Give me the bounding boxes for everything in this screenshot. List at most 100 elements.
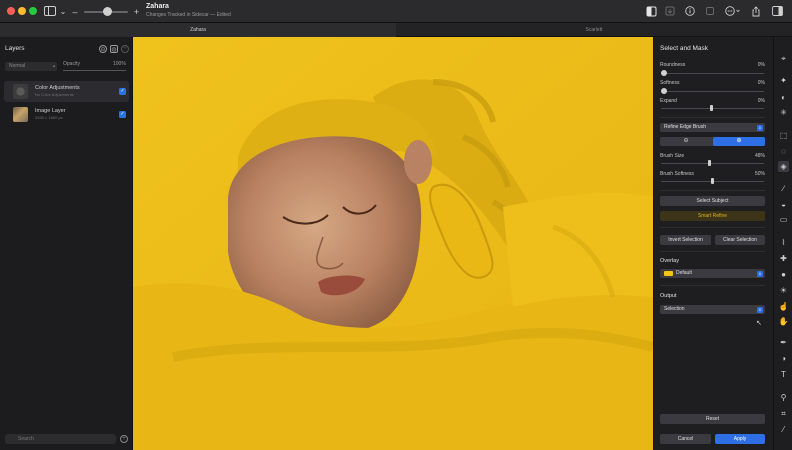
- lasso-tool-icon[interactable]: ◌: [778, 146, 789, 157]
- layer-visibility-checkbox[interactable]: ✓: [119, 88, 126, 95]
- output-value: Selection: [664, 306, 685, 312]
- brush-softness-slider-knob[interactable]: [711, 178, 714, 184]
- heal-tool-icon[interactable]: ✚: [778, 253, 789, 264]
- brush-size-slider-knob[interactable]: [708, 160, 711, 166]
- output-select[interactable]: Selection ⇕: [660, 305, 765, 314]
- expand-value: 0%: [757, 98, 765, 104]
- brush-softness-value: 50%: [754, 171, 765, 177]
- zoom-out-button[interactable]: –: [72, 5, 78, 18]
- softness-label: Softness: [660, 80, 680, 86]
- share-icon[interactable]: [750, 5, 762, 17]
- title-bar: ⌄ – + Zahara Changes Tracked in Sidecar …: [0, 0, 792, 23]
- document-title: Zahara: [146, 3, 169, 10]
- roundness-slider-knob[interactable]: [661, 70, 667, 76]
- add-mode-button[interactable]: ⊕: [713, 137, 765, 146]
- select-and-mask-panel: Select and Mask Roundness 0% Softness 0%…: [653, 37, 773, 450]
- roundness-slider[interactable]: [661, 73, 764, 74]
- add-layer-icon[interactable]: +: [121, 45, 129, 53]
- softness-slider-knob[interactable]: [661, 88, 667, 94]
- overlay-select[interactable]: Default ⇕: [660, 269, 765, 278]
- brush-tool-icon[interactable]: ∕: [778, 183, 789, 194]
- chevron-updown-icon: ⇕: [757, 306, 763, 313]
- brush-mode-segmented[interactable]: ⊖ ⊕: [660, 137, 765, 146]
- layers-search-input[interactable]: Search: [5, 434, 116, 444]
- expand-slider-knob[interactable]: [710, 105, 713, 111]
- select-mask-tool-icon[interactable]: ◈: [778, 161, 789, 172]
- reset-button[interactable]: Reset: [660, 414, 765, 424]
- photo-with-mask-overlay[interactable]: [133, 37, 653, 450]
- brush-size-label: Brush Size: [660, 153, 685, 159]
- retouch-tool-icon[interactable]: ✦: [778, 75, 789, 86]
- layers-title: Layers: [5, 45, 25, 52]
- layer-visibility-checkbox[interactable]: ✓: [119, 111, 126, 118]
- image-canvas[interactable]: [133, 37, 653, 450]
- layer-row-color-adjustments[interactable]: Color Adjustments No Color Adjustments ✓: [4, 81, 129, 102]
- blend-mode-select[interactable]: Normal: [5, 62, 57, 71]
- brush-type-select[interactable]: Refine Edge Brush ⇕: [660, 123, 765, 132]
- smudge-tool-icon[interactable]: ☝: [778, 301, 789, 312]
- eraser-tool-icon[interactable]: ▭: [778, 214, 789, 225]
- effects-tool-icon[interactable]: ✳: [778, 107, 789, 118]
- zoom-window-button[interactable]: [29, 7, 37, 15]
- output-heading: Output: [660, 293, 677, 299]
- export-icon[interactable]: [664, 5, 676, 17]
- dodge-tool-icon[interactable]: ●: [778, 269, 789, 280]
- color-tool-icon[interactable]: ◐: [778, 92, 789, 103]
- mouse-cursor-icon: ↖: [756, 320, 762, 327]
- divider: [660, 117, 765, 118]
- panel-title: Select and Mask: [660, 45, 709, 52]
- chevron-updown-icon: ⇕: [757, 270, 763, 277]
- divider: [660, 285, 765, 286]
- sharpen-tool-icon[interactable]: ☀: [778, 285, 789, 296]
- expand-label: Expand: [660, 98, 677, 104]
- smart-refine-button[interactable]: Smart Refine: [660, 211, 765, 221]
- layer-subtitle: 3333 × 1860 px: [35, 115, 63, 120]
- clone-tool-icon[interactable]: ⌇: [778, 237, 789, 248]
- apply-button[interactable]: Apply: [715, 434, 765, 444]
- brush-size-slider[interactable]: [661, 163, 764, 164]
- layer-name: Image Layer: [35, 108, 66, 114]
- opacity-slider[interactable]: [63, 70, 126, 71]
- sidebar-toggle-icon[interactable]: [44, 6, 56, 16]
- overlay-heading: Overlay: [660, 258, 679, 264]
- inspector-toggle-icon[interactable]: [771, 5, 783, 17]
- shapes-tool-icon[interactable]: ◑: [778, 353, 789, 364]
- overlay-color-swatch: [664, 271, 673, 276]
- zoom-tool-icon[interactable]: ⚲: [778, 392, 789, 403]
- mask-icon[interactable]: ⊖: [99, 45, 107, 53]
- pen-tool-icon[interactable]: ✒: [778, 337, 789, 348]
- zoom-in-button[interactable]: +: [133, 5, 140, 18]
- minimize-window-button[interactable]: [18, 7, 26, 15]
- cancel-button[interactable]: Cancel: [660, 434, 711, 444]
- tab-scarlett[interactable]: Scarlett: [396, 23, 792, 37]
- close-window-button[interactable]: [7, 7, 15, 15]
- opacity-value: 100%: [113, 61, 126, 67]
- select-tool-icon[interactable]: ⬚: [778, 130, 789, 141]
- fill-tool-icon[interactable]: ◒: [778, 199, 789, 210]
- app-window: ⌄ – + Zahara Changes Tracked in Sidecar …: [0, 0, 792, 450]
- more-options-icon[interactable]: [724, 5, 742, 17]
- info-icon[interactable]: [684, 5, 696, 17]
- roundness-value: 0%: [757, 62, 765, 68]
- compare-icon[interactable]: [645, 5, 657, 17]
- invert-selection-button[interactable]: Invert Selection: [660, 235, 711, 245]
- crop-tool-icon[interactable]: ⌗: [778, 408, 789, 419]
- zoom-slider-knob[interactable]: [103, 7, 112, 16]
- tab-bar: Zahara Scarlett: [0, 23, 792, 37]
- move-tool-icon[interactable]: ⌖: [778, 53, 789, 64]
- softness-slider[interactable]: [661, 91, 764, 92]
- hand-tool-icon[interactable]: ✋: [778, 316, 789, 327]
- roundness-label: Roundness: [660, 62, 686, 68]
- clear-selection-button[interactable]: Clear Selection: [715, 235, 765, 245]
- select-subject-button[interactable]: Select Subject: [660, 196, 765, 206]
- layer-row-image[interactable]: Image Layer 3333 × 1860 px ✓: [4, 104, 129, 125]
- subtract-mode-button[interactable]: ⊖: [660, 137, 712, 146]
- crop-icon[interactable]: [704, 5, 716, 17]
- brush-softness-label: Brush Softness: [660, 171, 694, 177]
- text-tool-icon[interactable]: T: [778, 369, 789, 380]
- add-circle-icon[interactable]: +: [120, 435, 128, 443]
- layer-style-icon[interactable]: ◍: [110, 45, 118, 53]
- chevron-down-icon[interactable]: ⌄: [59, 5, 67, 18]
- eyedropper-tool-icon[interactable]: ⁄: [778, 424, 789, 435]
- tab-zahara[interactable]: Zahara: [0, 23, 396, 37]
